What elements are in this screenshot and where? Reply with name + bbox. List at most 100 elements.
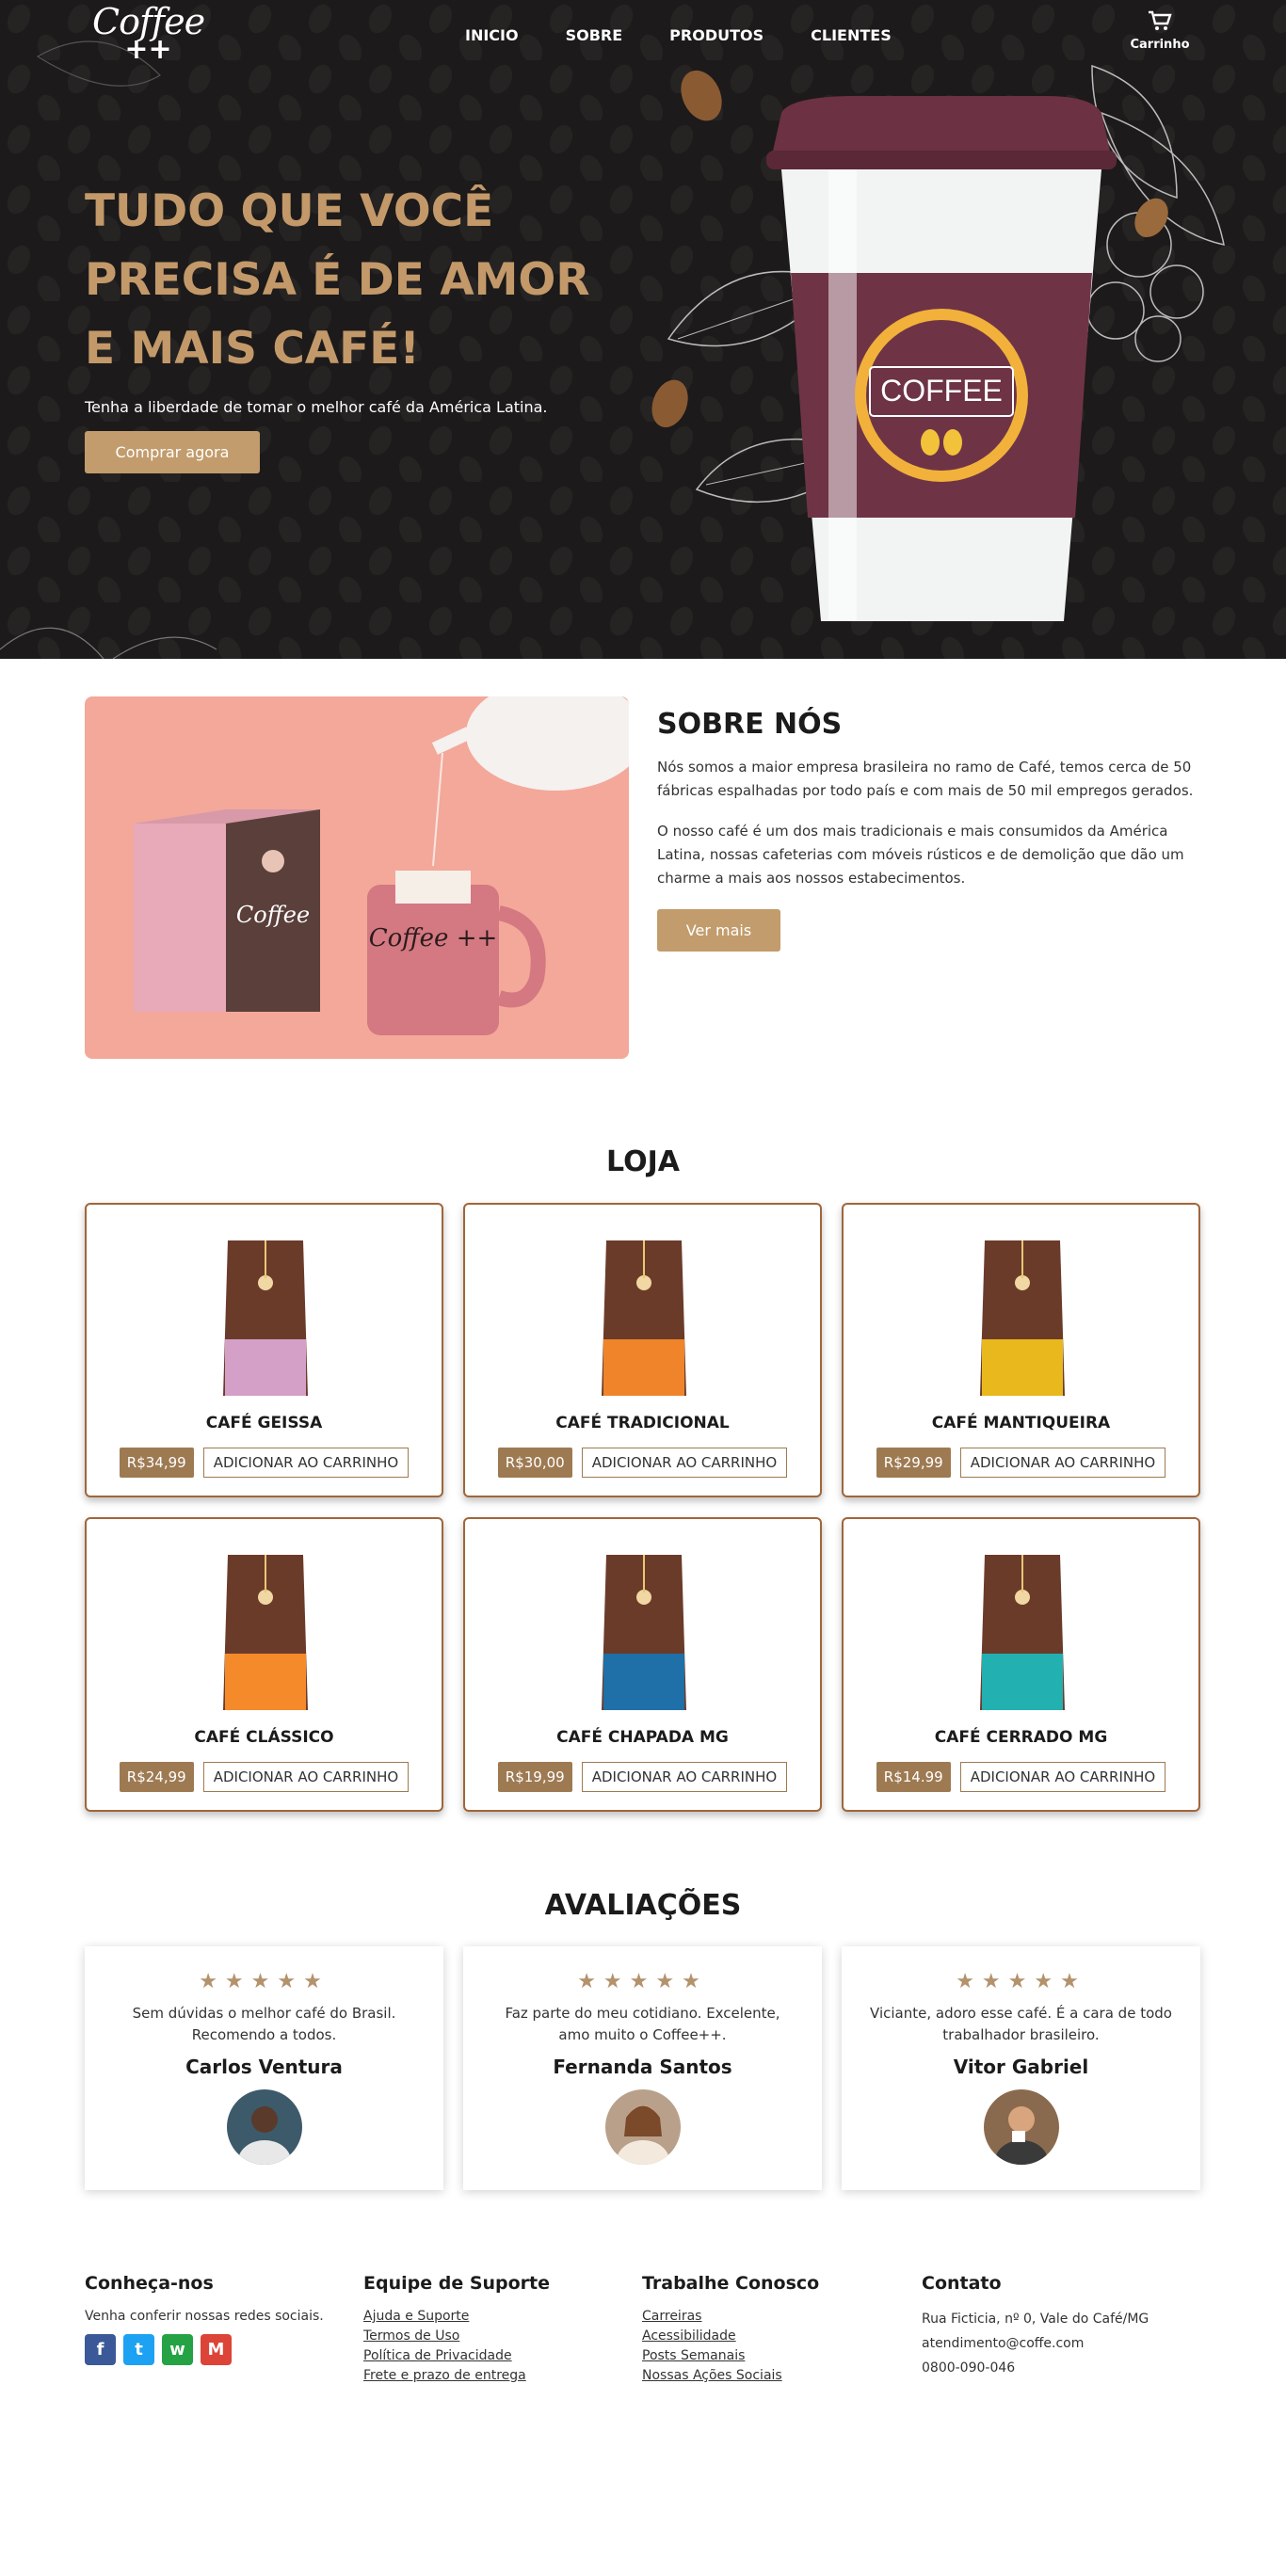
footer-link[interactable]: Posts Semanais [642,2346,915,2366]
about-photo: Coffee Coffee ++ [85,696,629,1059]
contact-phone: 0800-090-046 [922,2360,1016,2376]
footer-link[interactable]: Carreiras [642,2307,915,2327]
cart-label: Carrinho [1130,38,1190,52]
contact-address: Rua Ficticia, nº 0, Vale do Café/MG [922,2312,1149,2327]
footer-col-about: Conheça-nos Venha conferir nossas redes … [85,2273,358,2365]
add-to-cart-button[interactable]: ADICIONAR AO CARRINHO [959,1448,1166,1478]
coffee-bag-image [980,1240,1065,1396]
nav-link-inicio[interactable]: INICIO [465,26,519,44]
product-card: CAFÉ TRADICIONAL R$30,00 ADICIONAR AO CAR… [463,1203,822,1497]
contact-email[interactable]: atendimento@coffe.com [922,2331,1195,2356]
avatar [983,2089,1059,2165]
star-rating: ★★★★★ [577,1970,708,1993]
hero-subtitle: Tenha a liberdade de tomar o melhor café… [85,398,548,416]
about-title: SOBRE NÓS [657,708,843,741]
hero-title: TUDO QUE VOCÊ PRECISA É DE AMOR E MAIS C… [85,185,590,375]
gmail-icon[interactable]: M [201,2334,232,2365]
about-text: SOBRE NÓS Nós somos a maior empresa bras… [657,708,1203,952]
footer-col-support: Equipe de Suporte Ajuda e Suporte Termos… [363,2273,636,2386]
add-to-cart-button[interactable]: ADICIONAR AO CARRINHO [202,1762,410,1792]
add-to-cart-button[interactable]: ADICIONAR AO CARRINHO [581,1762,788,1792]
review-text: Faz parte do meu cotidiano. Excelente, a… [505,2005,780,2043]
footer-link[interactable]: Ajuda e Suporte [363,2307,636,2327]
product-name: CAFÉ TRADICIONAL [555,1414,730,1432]
coffee-bag-image [223,1240,308,1396]
whatsapp-icon[interactable]: w [162,2334,193,2365]
coffee-bag-image [980,1555,1065,1710]
about-section: Coffee Coffee ++ SOBRE NÓS Nós somos a m… [0,659,1286,1087]
buy-now-button[interactable]: Comprar agora [85,431,260,473]
product-name: CAFÉ GEISSA [205,1414,323,1432]
reviewer-name: Vitor Gabriel [953,2056,1089,2078]
product-name: CAFÉ MANTIQUEIRA [931,1414,1111,1432]
review-grid: ★★★★★ Sem dúvidas o melhor café do Brasi… [85,1946,1201,2190]
star-rating: ★★★★★ [199,1970,330,1993]
shopping-cart-icon [1149,10,1172,30]
nav-link-produtos[interactable]: PRODUTOS [669,26,764,44]
footer-col-contact: Contato Rua Ficticia, nº 0, Vale do Café… [922,2273,1195,2380]
add-to-cart-button[interactable]: ADICIONAR AO CARRINHO [581,1448,788,1478]
see-more-button[interactable]: Ver mais [657,909,780,952]
cup-label: COFFEE [880,374,1003,408]
footer-heading: Trabalhe Conosco [642,2273,820,2294]
coffee-cup-illustration: COFFEE [651,64,1225,621]
review-card: ★★★★★ Faz parte do meu cotidiano. Excele… [463,1946,822,2190]
mug-brand-text: Coffee ++ [369,924,498,952]
store-title: LOJA [606,1145,680,1178]
review-card: ★★★★★ Sem dúvidas o melhor café do Brasi… [85,1946,443,2190]
product-card: CAFÉ CLÁSSICO R$24,99 ADICIONAR AO CARRIN… [85,1517,443,1812]
avatar [226,2089,302,2165]
footer-heading: Equipe de Suporte [363,2273,551,2294]
review-card: ★★★★★ Viciante, adoro esse café. É a car… [842,1946,1200,2190]
hero-section: Coffee ++ INICIO SOBRE PRODUTOS CLIENTES… [0,0,1286,659]
facebook-icon[interactable]: f [85,2334,116,2365]
product-card: CAFÉ MANTIQUEIRA R$29,99 ADICIONAR AO CAR… [842,1203,1200,1497]
nav-link-clientes[interactable]: CLIENTES [811,26,892,44]
product-price: R$30,00 [497,1448,572,1478]
review-text: Viciante, adoro esse café. É a cara de t… [870,2005,1172,2043]
reviewer-name: Carlos Ventura [185,2056,343,2078]
product-name: CAFÉ CERRADO MG [934,1728,1108,1747]
add-to-cart-button[interactable]: ADICIONAR AO CARRINHO [959,1762,1166,1792]
nav-link-sobre[interactable]: SOBRE [566,26,623,44]
reviews-section: AVALIAÇÕES ★★★★★ Sem dúvidas o melhor ca… [0,1812,1286,2190]
coffee-bag-image [223,1555,308,1710]
footer-heading: Conheça-nos [85,2273,214,2294]
product-price: R$34,99 [119,1448,194,1478]
product-name: CAFÉ CLÁSSICO [194,1728,334,1747]
store-section: LOJA CAFÉ GEISSA R$34,99 ADICIONAR AO CAR… [0,1087,1286,1812]
about-paragraph-1: Nós somos a maior empresa brasileira no … [657,759,1194,799]
product-card: CAFÉ CHAPADA MG R$19,99 ADICIONAR AO CARR… [463,1517,822,1812]
brand-logo[interactable]: Coffee ++ [92,4,205,64]
product-grid: CAFÉ GEISSA R$34,99 ADICIONAR AO CARRINHO… [85,1203,1201,1812]
footer-col-careers: Trabalhe Conosco Carreiras Acessibilidad… [642,2273,915,2386]
coffee-bag-image [602,1240,686,1396]
product-price: R$24,99 [119,1762,194,1792]
product-card: CAFÉ GEISSA R$34,99 ADICIONAR AO CARRINHO [85,1203,443,1497]
footer-text: Venha conferir nossas redes sociais. [85,2309,324,2324]
twitter-icon[interactable]: t [123,2334,154,2365]
avatar [604,2089,681,2165]
product-price: R$29,99 [876,1448,951,1478]
social-links: f t w M [85,2334,358,2365]
footer-heading: Contato [922,2273,1002,2294]
footer-link[interactable]: Nossas Ações Sociais [642,2366,915,2386]
footer-link[interactable]: Acessibilidade [642,2327,915,2346]
product-price: R$19,99 [497,1762,572,1792]
coffee-bag-image [602,1555,686,1710]
cart-button[interactable]: Carrinho [1130,9,1190,52]
review-text: Sem dúvidas o melhor café do Brasil. Rec… [132,2005,396,2043]
box-brand-text: Coffee [236,902,310,928]
footer-link[interactable]: Frete e prazo de entrega [363,2366,636,2386]
product-name: CAFÉ CHAPADA MG [556,1728,729,1747]
add-to-cart-button[interactable]: ADICIONAR AO CARRINHO [202,1448,410,1478]
reviewer-name: Fernanda Santos [553,2056,732,2078]
nav-links: INICIO SOBRE PRODUTOS CLIENTES [465,26,892,44]
reviews-title: AVALIAÇÕES [544,1889,742,1922]
star-rating: ★★★★★ [956,1970,1086,1993]
product-price: R$14.99 [876,1762,951,1792]
product-card: CAFÉ CERRADO MG R$14.99 ADICIONAR AO CARR… [842,1517,1200,1812]
site-footer: Conheça-nos Venha conferir nossas redes … [0,2247,1286,2576]
footer-link[interactable]: Termos de Uso [363,2327,636,2346]
footer-link[interactable]: Política de Privacidade [363,2346,636,2366]
